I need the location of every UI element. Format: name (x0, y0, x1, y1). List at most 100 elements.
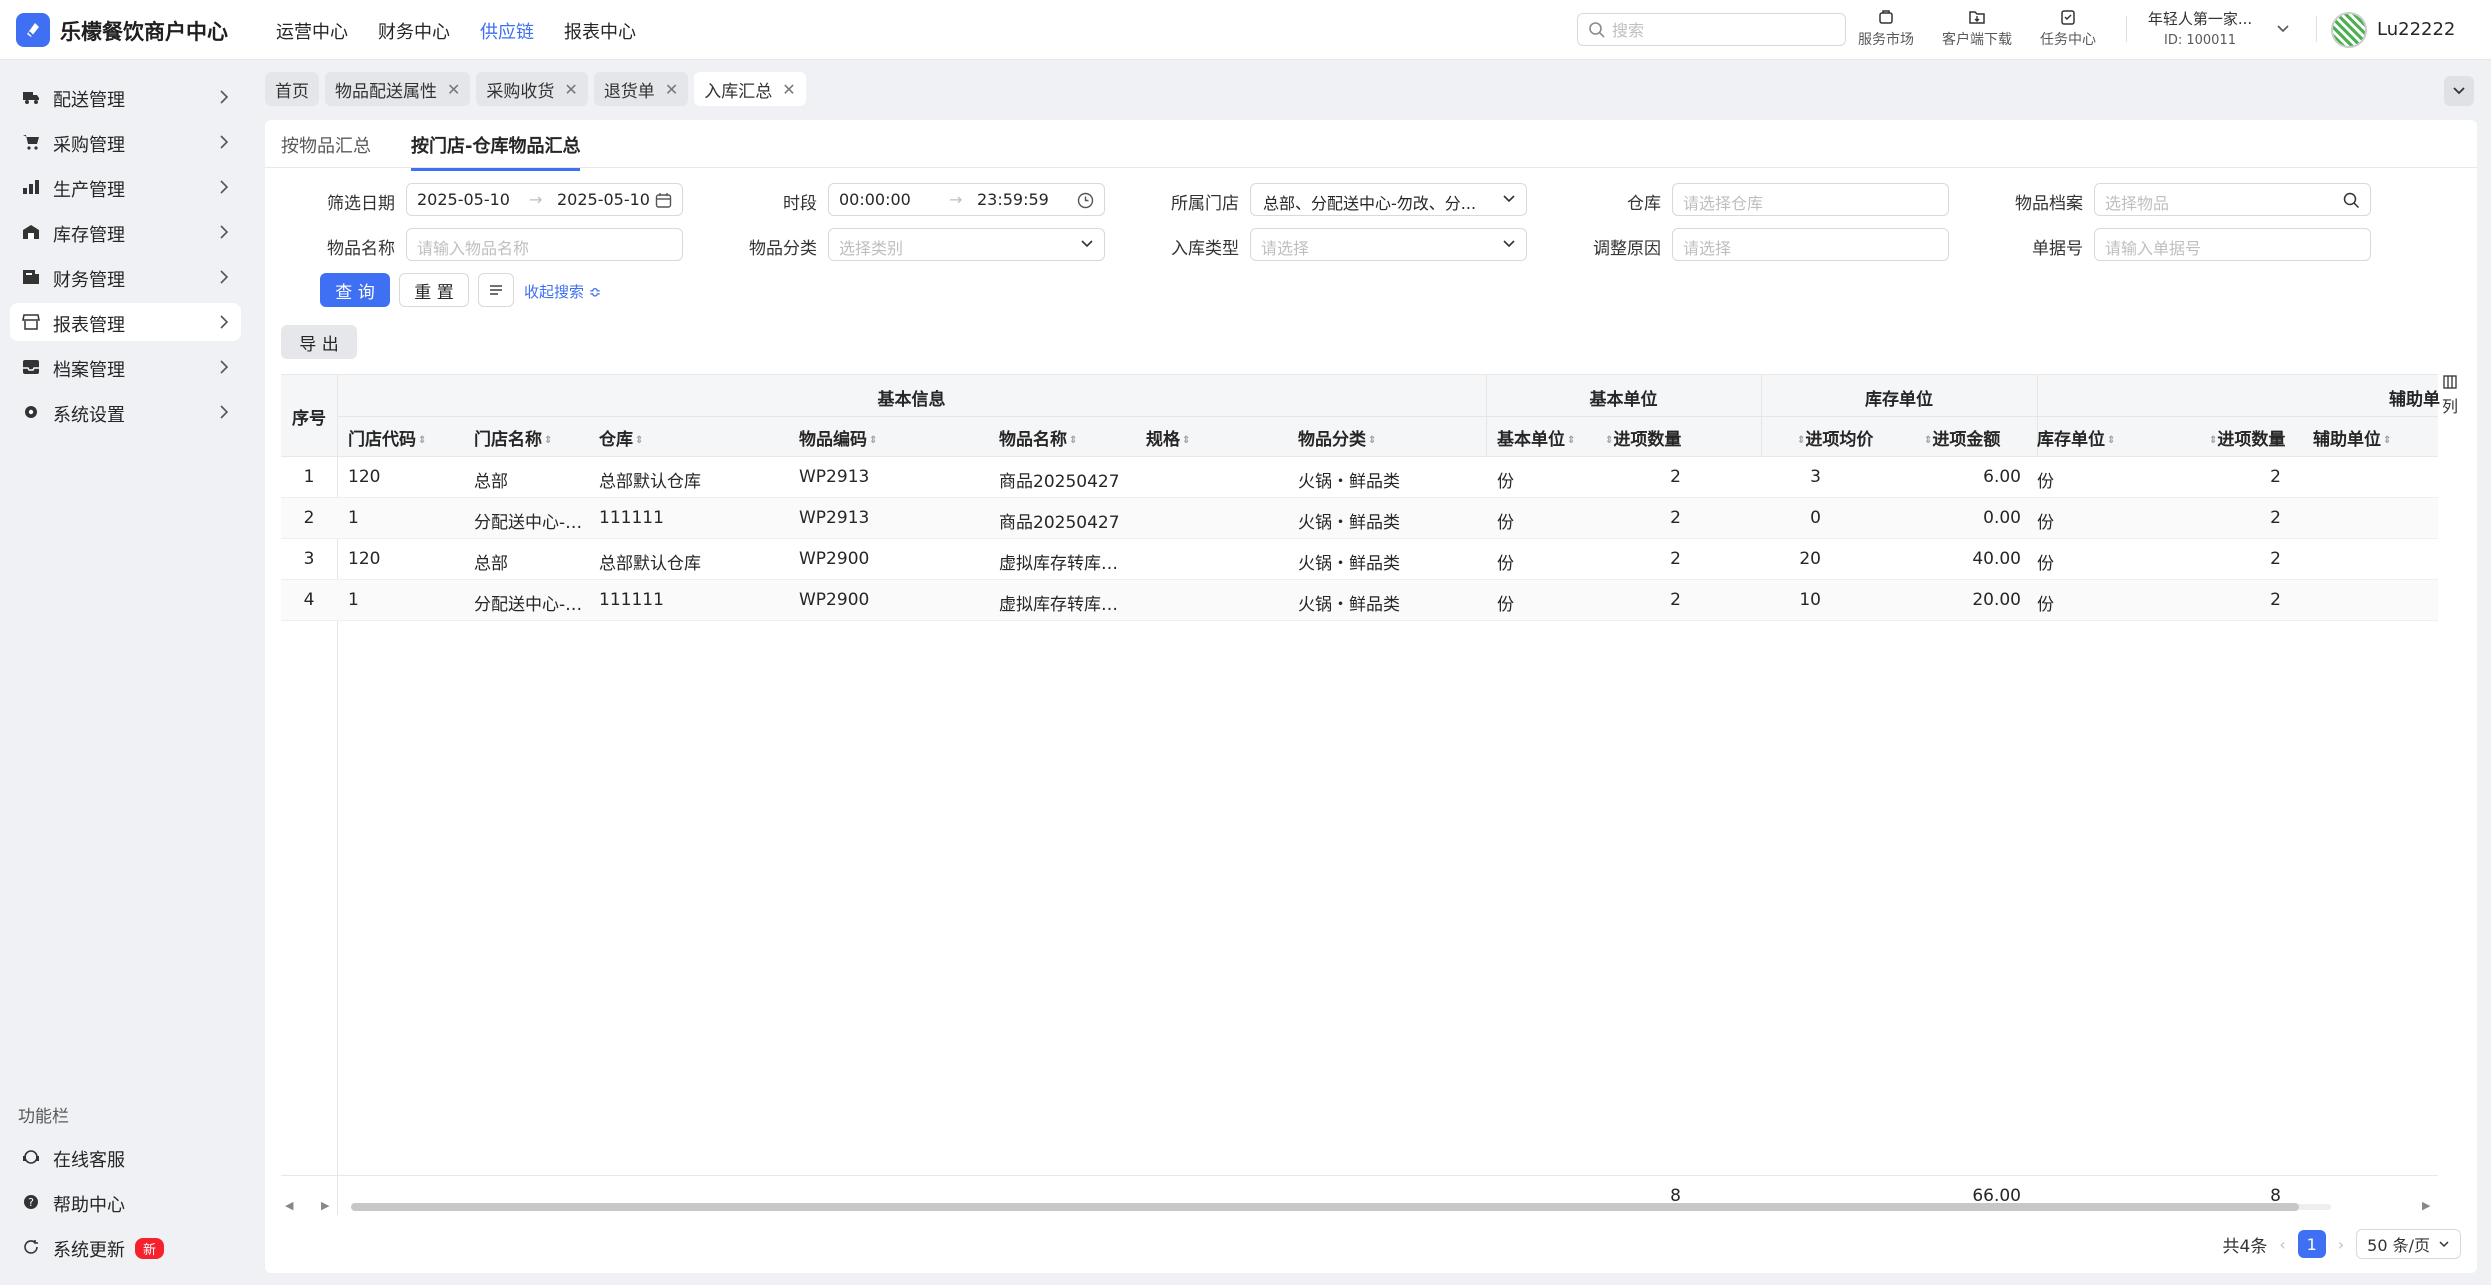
item-name-input[interactable]: 请输入物品名称 (406, 228, 683, 261)
avatar[interactable] (2331, 12, 2367, 48)
scroll-right-icon[interactable]: ▶ (321, 1199, 329, 1212)
tab-by-store-warehouse[interactable]: 按门店-仓库物品汇总 (411, 132, 581, 171)
sort-icon[interactable]: ⇕ (2383, 436, 2391, 446)
sidebar-item-delivery[interactable]: 配送管理 (10, 78, 241, 116)
col-warehouse[interactable]: 仓库 ⇕ (599, 425, 643, 450)
tab-by-item[interactable]: 按物品汇总 (281, 132, 371, 171)
tab-item-delivery-attr[interactable]: 物品配送属性 ✕ (325, 72, 471, 106)
reset-button[interactable]: 重 置 (399, 273, 469, 307)
scroll-thumb[interactable] (351, 1203, 2299, 1211)
col-store-code[interactable]: 门店代码 ⇕ (348, 425, 426, 450)
sidebar-item-settings[interactable]: 系统设置 (10, 393, 241, 431)
collapse-search-link[interactable]: 收起搜索 ≎ (524, 281, 601, 302)
chevron-right-icon (220, 90, 229, 104)
service-market-label: 服务市场 (1858, 32, 1914, 48)
user-name[interactable]: Lu22222 (2377, 19, 2455, 40)
sort-icon[interactable]: ⇕ (1368, 436, 1376, 446)
col-aux-unit[interactable]: 辅助单位 ⇕ (2313, 425, 2391, 450)
col-stock-qty[interactable]: ⇕进项数量 (2207, 425, 2285, 450)
table-row[interactable]: 3 120 总部 总部默认仓库 WP2900 虚拟库存转库存物品 火锅・鲜品类 份 2 20 40.… (281, 539, 2438, 580)
date-to[interactable]: 2025-05-10 (557, 190, 650, 209)
page-size-select[interactable]: 50 条/页 (2356, 1229, 2461, 1259)
col-store-name[interactable]: 门店名称 ⇕ (474, 425, 552, 450)
topnav-reports[interactable]: 报表中心 (564, 18, 636, 44)
col-item-name[interactable]: 物品名称 ⇕ (999, 425, 1077, 450)
sort-icon[interactable]: ⇕ (1069, 436, 1077, 446)
date-from[interactable]: 2025-05-10 (417, 190, 510, 209)
topnav-operations[interactable]: 运营中心 (276, 18, 348, 44)
sort-icon[interactable]: ⇕ (1182, 436, 1190, 446)
col-category[interactable]: 物品分类 ⇕ (1298, 425, 1376, 450)
tabs-menu-button[interactable] (2444, 76, 2474, 106)
prev-page-icon[interactable]: ‹ (2279, 1235, 2285, 1254)
inbound-type-select[interactable]: 请选择 (1250, 228, 1527, 261)
chevron-down-icon[interactable] (2276, 22, 2290, 36)
cell-stock-unit: 份 (2037, 554, 2054, 574)
sort-icon[interactable]: ⇕ (544, 436, 552, 446)
sidebar-item-archives[interactable]: 档案管理 (10, 348, 241, 386)
col-in-amt[interactable]: ⇕进项金额 (1922, 425, 2000, 450)
sidebar-item-inventory[interactable]: 库存管理 (10, 213, 241, 251)
help-center-item[interactable]: ? 帮助中心 (10, 1183, 241, 1221)
scroll-left-icon[interactable]: ◀ (285, 1199, 293, 1212)
system-update-item[interactable]: 系统更新新 (10, 1228, 241, 1266)
tab-return-order[interactable]: 退货单 ✕ (593, 72, 689, 106)
table-row[interactable]: 4 1 分配送中心-勿改 111111 WP2900 虚拟库存转库存物品 火锅・鲜品类 份 2 1… (281, 580, 2438, 621)
close-icon[interactable]: ✕ (564, 80, 577, 99)
global-search[interactable] (1577, 13, 1846, 46)
bill-number-input[interactable]: 请输入单据号 (2094, 228, 2371, 261)
topnav-finance[interactable]: 财务中心 (378, 18, 450, 44)
horizontal-scrollbar[interactable]: ◀ ▶ ▶ (281, 1199, 2438, 1213)
sort-icon[interactable]: ⇕ (2107, 436, 2115, 446)
col-stock-unit[interactable]: 库存单位 ⇕ (2037, 425, 2115, 450)
col-in-avg[interactable]: ⇕进项均价 (1795, 425, 1873, 450)
page-1-button[interactable]: 1 (2297, 1230, 2326, 1258)
tab-inbound-summary[interactable]: 入库汇总 ✕ (694, 72, 806, 106)
scroll-right-icon[interactable]: ▶ (2422, 1199, 2430, 1212)
sidebar-item-reports[interactable]: 报表管理 (10, 303, 241, 341)
sort-icon[interactable]: ⇕ (869, 436, 877, 446)
col-in-qty[interactable]: ⇕进项数量 (1603, 425, 1681, 450)
sort-icon[interactable]: ⇕ (1567, 436, 1575, 446)
account-switcher[interactable]: 年轻人第一家... ID: 100011 (2125, 8, 2275, 48)
table-row[interactable]: 1 120 总部 总部默认仓库 WP2913 商品20250427 火锅・鲜品类 份 2 3 6.0… (281, 457, 2438, 498)
topnav-supply-chain[interactable]: 供应链 (480, 18, 534, 44)
adjust-reason-select[interactable]: 请选择 (1672, 228, 1949, 261)
col-base-unit[interactable]: 基本单位 ⇕ (1497, 425, 1575, 450)
item-archive-placeholder: 选择物品 (2105, 194, 2170, 213)
search-input[interactable] (1612, 18, 1832, 42)
service-market-button[interactable]: 服务市场 (1858, 8, 1914, 49)
query-button[interactable]: 查 询 (320, 273, 390, 307)
sidebar-item-production[interactable]: 生产管理 (10, 168, 241, 206)
online-support-item[interactable]: 在线客服 (10, 1138, 241, 1176)
sort-icon[interactable]: ⇕ (635, 436, 643, 446)
category-select[interactable]: 选择类别 (828, 228, 1105, 261)
sidebar-item-finance[interactable]: 财务管理 (10, 258, 241, 296)
close-icon[interactable]: ✕ (782, 80, 795, 99)
tab-purchase-receipt[interactable]: 采购收货 ✕ (476, 72, 588, 106)
time-to[interactable]: 23:59:59 (977, 190, 1049, 209)
sub-tabs: 按物品汇总 按门店-仓库物品汇总 (281, 132, 581, 171)
close-icon[interactable]: ✕ (447, 80, 460, 99)
sort-icon[interactable]: ⇕ (418, 436, 426, 446)
store-select[interactable]: 总部、分配送中心-勿改、分... (1250, 183, 1527, 216)
date-range-picker[interactable]: 2025-05-10 → 2025-05-10 (406, 183, 683, 216)
time-range-picker[interactable]: 00:00:00 → 23:59:59 (828, 183, 1105, 216)
app-logo-icon[interactable] (16, 13, 50, 47)
tab-home[interactable]: 首页 (265, 72, 319, 106)
item-archive-picker[interactable]: 选择物品 (2094, 183, 2371, 216)
task-center-button[interactable]: 任务中心 (2040, 8, 2096, 49)
col-spec[interactable]: 规格 ⇕ (1146, 425, 1190, 450)
column-settings-button[interactable]: 列 (2435, 374, 2465, 430)
time-from[interactable]: 00:00:00 (839, 190, 911, 209)
close-icon[interactable]: ✕ (665, 80, 678, 99)
warehouse-select[interactable]: 请选择仓库 (1672, 183, 1949, 216)
table-row[interactable]: 2 1 分配送中心-勿改 111111 WP2913 商品20250427 火锅・鲜品类 份 2… (281, 498, 2438, 539)
sidebar-item-purchase[interactable]: 采购管理 (10, 123, 241, 161)
col-item-code[interactable]: 物品编码 ⇕ (799, 425, 877, 450)
export-button[interactable]: 导 出 (281, 325, 357, 359)
client-download-button[interactable]: 客户端下载 (1942, 8, 2012, 49)
next-page-icon[interactable]: › (2338, 1235, 2344, 1254)
search-icon[interactable] (2343, 192, 2360, 209)
column-filter-button[interactable] (478, 273, 514, 307)
